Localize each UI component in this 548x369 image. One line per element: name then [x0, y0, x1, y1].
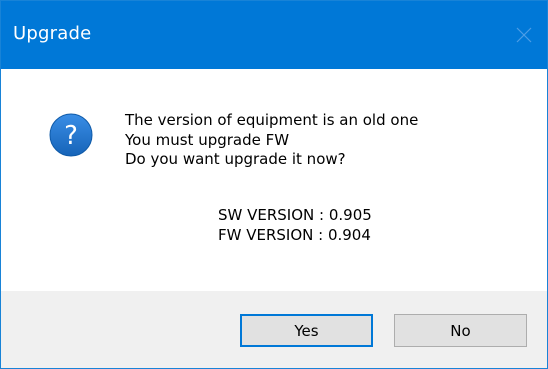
- message-line: The version of equipment is an old one: [125, 111, 419, 129]
- message-text: The version of equipment is an old one Y…: [125, 111, 418, 170]
- upgrade-dialog: Upgrade ? The version of equipment is an…: [0, 0, 548, 369]
- close-icon: [516, 27, 532, 43]
- title-bar[interactable]: Upgrade: [1, 1, 547, 69]
- message-line: Do you want upgrade it now?: [125, 150, 346, 168]
- button-bar: Yes No: [1, 291, 547, 368]
- sw-version: SW VERSION : 0.905: [218, 206, 372, 224]
- yes-button[interactable]: Yes: [240, 314, 373, 347]
- dialog-content: ? The version of equipment is an old one…: [1, 69, 547, 291]
- question-icon: ?: [49, 113, 93, 157]
- fw-version: FW VERSION : 0.904: [218, 225, 371, 244]
- svg-text:?: ?: [64, 121, 78, 151]
- window-title: Upgrade: [13, 23, 92, 44]
- version-info: SW VERSION : 0.905 FW VERSION : 0.904: [218, 206, 372, 245]
- message-line: You must upgrade FW: [125, 130, 290, 149]
- close-button[interactable]: [501, 1, 547, 69]
- no-button[interactable]: No: [394, 314, 527, 347]
